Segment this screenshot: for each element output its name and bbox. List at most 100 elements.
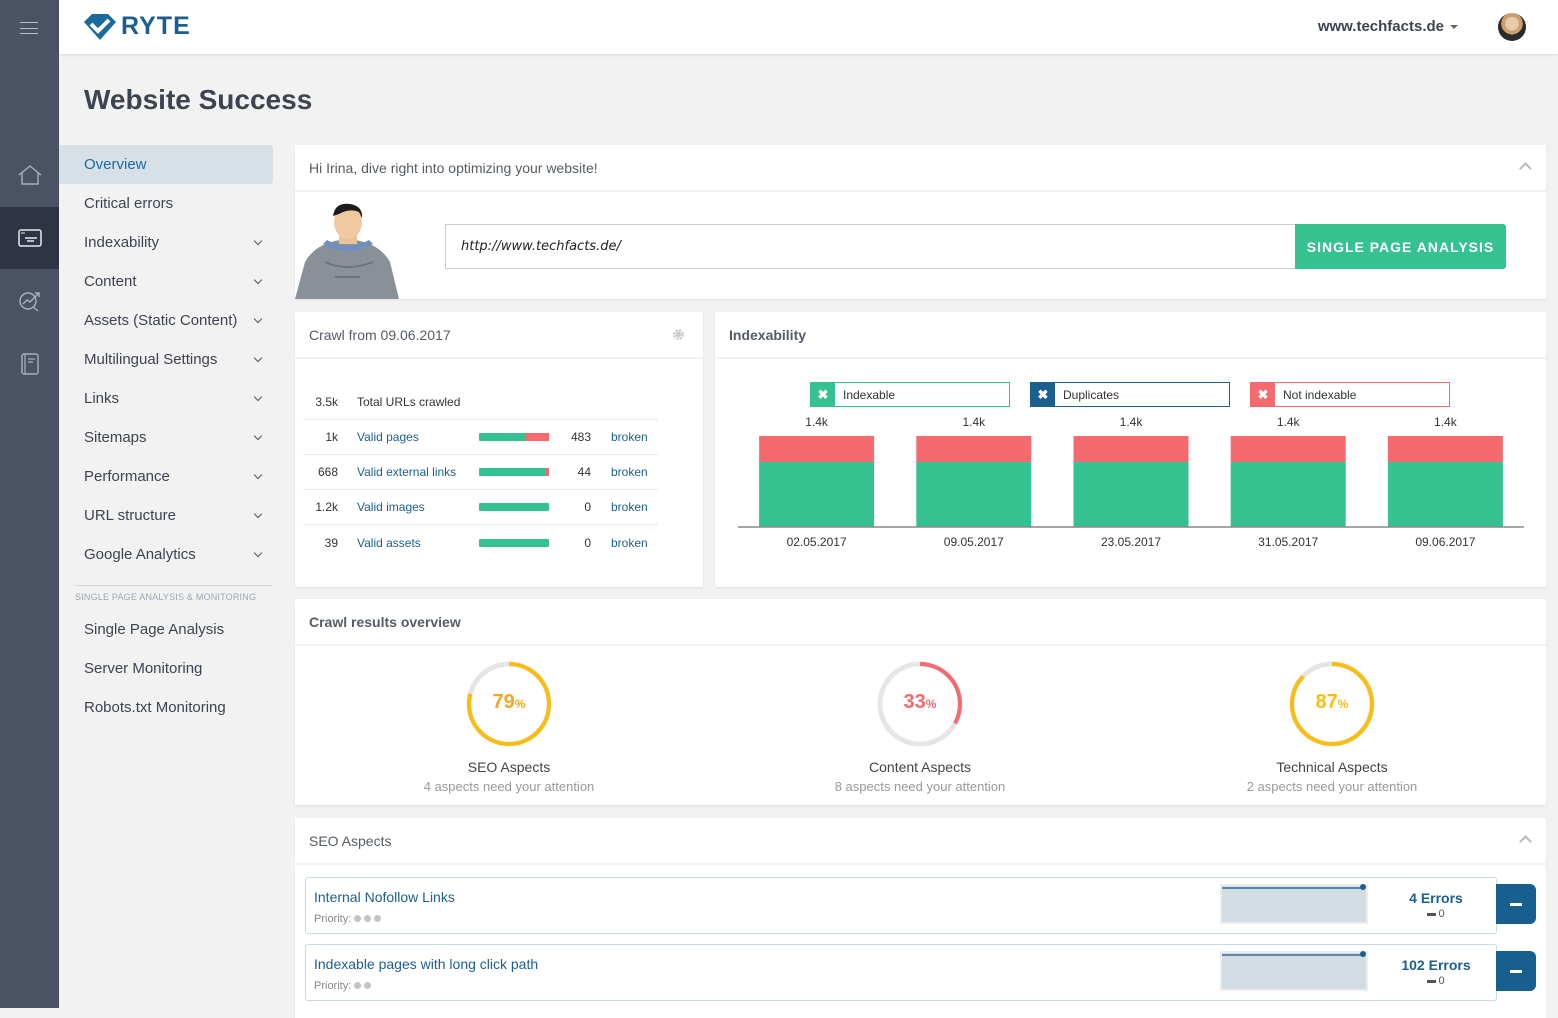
broken-count: 483 (570, 430, 591, 444)
bar-not-indexable[interactable] (1387, 436, 1503, 462)
gauge-percent: 79% (464, 691, 554, 714)
gauge-subtitle: 8 aspects need your attention (834, 779, 1006, 794)
broken-link[interactable]: broken (611, 465, 648, 479)
priority-dot (364, 982, 372, 989)
gauge-technical[interactable]: 87% Technical Aspects 2 aspects need you… (1182, 659, 1482, 794)
crawl-row-link[interactable]: Valid pages (357, 430, 479, 444)
rail-item-book[interactable] (0, 333, 59, 395)
x-tick-label: 09.05.2017 (944, 535, 1004, 549)
welcome-card-header: Hi Irina, dive right into optimizing you… (295, 145, 1546, 192)
menu-icon[interactable] (20, 22, 38, 34)
close-icon: ✖ (1251, 383, 1275, 406)
single-page-analysis-button[interactable]: SINGLE PAGE ANALYSIS (1295, 224, 1506, 269)
ryte-logo[interactable]: RYTE (83, 12, 191, 41)
rail-item-analytics[interactable] (0, 270, 59, 332)
bar-total-label: 1.4k (962, 415, 986, 429)
sidebar-item-assets[interactable]: Assets (Static Content) (59, 301, 273, 340)
bar-not-indexable[interactable] (1230, 436, 1346, 462)
crawl-row-link[interactable]: Valid external links (357, 465, 479, 479)
aspect-item[interactable]: Indexable pages with long click path Pri… (305, 944, 1497, 1001)
crawl-row-value: 39 (324, 535, 338, 550)
sidebar-item-indexability[interactable]: Indexability (59, 223, 273, 262)
sidebar-item-sitemaps[interactable]: Sitemaps (59, 418, 273, 457)
crawl-ratio-bar (479, 433, 549, 441)
legend-indexable[interactable]: ✖ Indexable (810, 382, 1010, 407)
bar-not-indexable[interactable] (916, 436, 1032, 462)
sidebar-item-label: URL structure (84, 507, 176, 524)
gauge-seo[interactable]: 79% SEO Aspects 4 aspects need your atte… (359, 659, 659, 794)
gauge-unit: % (1337, 697, 1349, 711)
sidebar-item-links[interactable]: Links (59, 379, 273, 418)
broken-link[interactable]: broken (611, 536, 648, 550)
sidebar-section-title: SINGLE PAGE ANALYSIS & MONITORING (75, 592, 257, 602)
bar-indexable[interactable] (916, 462, 1032, 527)
analytics-search-icon (18, 292, 40, 312)
sidebar-item-critical-errors[interactable]: Critical errors (59, 184, 273, 223)
sidebar-item-label: Performance (84, 468, 170, 485)
bar-not-indexable[interactable] (1073, 436, 1189, 462)
chevron-down-icon (253, 431, 263, 440)
crawl-broken-fill (544, 468, 549, 476)
gauge-content[interactable]: 33% Content Aspects 8 aspects need your … (770, 659, 1070, 794)
crawl-card-header: Crawl from 09.06.2017 (295, 312, 703, 359)
sidebar-item-label: Robots.txt Monitoring (84, 699, 226, 716)
superhero-mascot (295, 203, 399, 299)
crawl-row-link[interactable]: Valid images (357, 500, 479, 514)
welcome-title: Hi Irina, dive right into optimizing you… (309, 159, 598, 176)
legend-duplicates[interactable]: ✖ Duplicates (1030, 382, 1230, 407)
sidebar-item-performance[interactable]: Performance (59, 457, 273, 496)
indexability-card: Indexability ✖ Indexable ✖ Duplicates ✖ Not… (715, 312, 1546, 587)
seo-aspects-header: SEO Aspects (295, 818, 1546, 865)
sidebar-item-multilingual[interactable]: Multilingual Settings (59, 340, 273, 379)
rail-item-website-success[interactable] (0, 207, 59, 269)
crawl-total-row: 3.5k Total URLs crawled (303, 385, 658, 420)
aspect-name[interactable]: Indexable pages with long click path (314, 956, 538, 972)
crawl-row-value: 1k (325, 430, 338, 444)
crawl-card: Crawl from 09.06.2017 3.5k Total URLs cr… (295, 312, 703, 587)
home-icon (18, 165, 41, 185)
aspect-item[interactable]: Internal Nofollow Links Priority: 4 Erro… (305, 877, 1497, 934)
rail-item-home[interactable] (0, 144, 59, 206)
bar-indexable[interactable] (759, 462, 875, 527)
broken-link[interactable]: broken (611, 430, 648, 444)
sidebar-item-label: Critical errors (84, 195, 174, 212)
sidebar-item-label: Multilingual Settings (84, 351, 218, 368)
legend-label: Duplicates (1063, 387, 1120, 402)
gauge-value: 33 (903, 691, 926, 713)
icon-rail (0, 0, 59, 1008)
crawl-row-value: 1.2k (315, 500, 338, 514)
bar-total-label: 1.4k (1120, 415, 1144, 429)
bar-indexable[interactable] (1387, 462, 1503, 527)
sidebar-item-server-monitoring[interactable]: Server Monitoring (59, 649, 273, 688)
sidebar-item-robots-monitoring[interactable]: Robots.txt Monitoring (59, 688, 273, 727)
page-title: Website Success (84, 84, 313, 115)
sidebar-item-overview[interactable]: Overview (59, 145, 273, 184)
sidebar-item-url-structure[interactable]: URL structure (59, 496, 273, 535)
gear-icon[interactable] (672, 328, 685, 341)
collapse-aspect-button[interactable] (1496, 951, 1536, 991)
user-avatar[interactable] (1498, 13, 1526, 41)
url-input[interactable] (445, 224, 1295, 269)
sidebar-item-single-page-analysis[interactable]: Single Page Analysis (59, 610, 273, 649)
indexability-chart: 1.4k 02.05.2017 1.4k 09.05.2017 1.4k 23.05.20… (738, 415, 1524, 549)
bar-indexable[interactable] (1230, 462, 1346, 527)
sidebar-item-google-analytics[interactable]: Google Analytics (59, 535, 273, 574)
legend-not-indexable[interactable]: ✖ Not indexable (1250, 382, 1450, 407)
sidebar-item-label: Server Monitoring (84, 660, 203, 677)
seo-aspects-card: SEO Aspects Internal Nofollow Links Prio… (295, 818, 1546, 1018)
gauge-unit: % (925, 697, 937, 711)
crawl-ratio-bar (479, 538, 549, 547)
error-trend-sparkline (1220, 951, 1368, 991)
bar-not-indexable[interactable] (759, 436, 875, 462)
bar-indexable[interactable] (1073, 462, 1189, 527)
dash-icon (1427, 912, 1437, 916)
site-selector[interactable]: www.techfacts.de (1318, 18, 1458, 35)
sidebar-item-label: Links (84, 390, 120, 407)
aspect-name[interactable]: Internal Nofollow Links (314, 889, 455, 905)
sidebar-item-content[interactable]: Content (59, 262, 273, 301)
crawl-row-link[interactable]: Valid assets (357, 536, 479, 550)
collapse-aspect-button[interactable] (1496, 884, 1536, 924)
broken-link[interactable]: broken (611, 500, 648, 514)
error-trend-sparkline (1220, 884, 1368, 924)
crawl-row-value: 668 (317, 465, 338, 479)
